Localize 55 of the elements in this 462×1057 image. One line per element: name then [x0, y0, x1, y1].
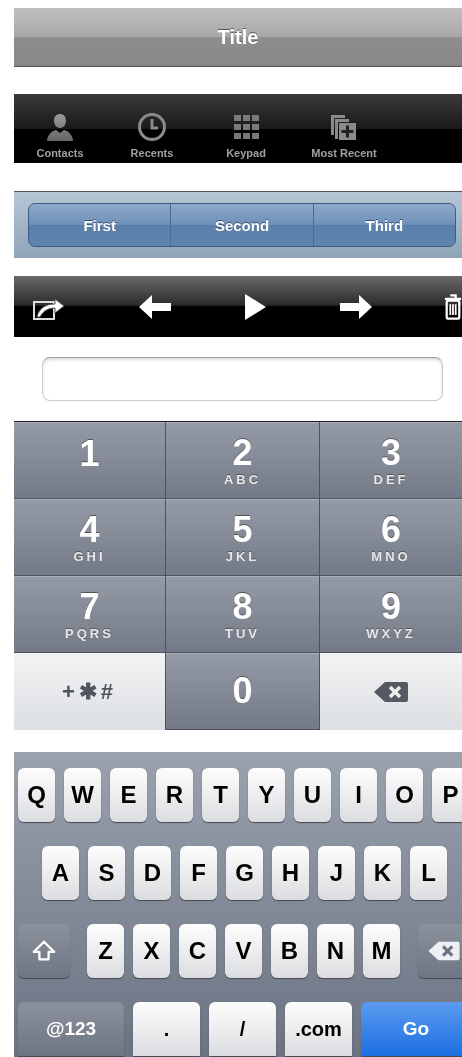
keyboard-key[interactable]: X: [133, 924, 170, 978]
left-arrow-icon[interactable]: [137, 292, 172, 321]
keyboard-key[interactable]: P: [432, 768, 462, 822]
keyboard-key[interactable]: Q: [18, 768, 55, 822]
keyboard-key[interactable]: V: [225, 924, 262, 978]
title-text: Title: [217, 25, 259, 49]
keyboard-key[interactable]: C: [179, 924, 216, 978]
keyboard-key[interactable]: F: [180, 846, 217, 900]
right-arrow-icon[interactable]: [338, 292, 373, 321]
segment[interactable]: Third: [312, 204, 455, 246]
keyboard-key[interactable]: /: [209, 1002, 276, 1056]
keyboard-key[interactable]: Z: [87, 924, 124, 978]
keypad-key[interactable]: [320, 653, 462, 730]
keyboard-key[interactable]: B: [271, 924, 308, 978]
keyboard-key[interactable]: G: [226, 846, 263, 900]
keyboard-key[interactable]: E: [110, 768, 147, 822]
keyboard-key[interactable]: D: [134, 846, 171, 900]
keyboard-key[interactable]: K: [364, 846, 401, 900]
segment[interactable]: Second: [170, 204, 313, 246]
keyboard-key[interactable]: L: [410, 846, 447, 900]
backspace-icon: [427, 940, 461, 962]
keyboard-key[interactable]: R: [156, 768, 193, 822]
keyboard-key[interactable]: M: [363, 924, 400, 978]
keyboard-key[interactable]: I: [340, 768, 377, 822]
add-page-icon: [329, 112, 359, 142]
keyboard-key[interactable]: @123: [18, 1002, 124, 1056]
tab-bar-item[interactable]: Recents: [106, 94, 198, 163]
tab-bar-item[interactable]: Keypad: [198, 94, 294, 163]
play-icon[interactable]: [243, 292, 267, 321]
keypad-key[interactable]: +✱#: [14, 653, 166, 730]
keyboard-key[interactable]: Go: [361, 1002, 462, 1056]
keyboard-key[interactable]: .: [133, 1002, 200, 1056]
tab-bar-item[interactable]: Most Recent: [294, 94, 394, 163]
shift-icon: [32, 939, 56, 963]
keyboard-key[interactable]: H: [272, 846, 309, 900]
keyboard-key[interactable]: [18, 924, 70, 978]
keyboard-key[interactable]: S: [88, 846, 125, 900]
keyboard-key[interactable]: O: [386, 768, 423, 822]
segment[interactable]: First: [29, 204, 171, 246]
keyboard-key[interactable]: A: [42, 846, 79, 900]
keyboard-key[interactable]: J: [318, 846, 355, 900]
text-field[interactable]: [42, 357, 443, 401]
keyboard-key[interactable]: [418, 924, 462, 978]
backspace-icon: [373, 679, 409, 704]
keyboard-key[interactable]: N: [317, 924, 354, 978]
grid-icon: [231, 112, 261, 142]
keyboard-key[interactable]: W: [64, 768, 101, 822]
keyboard-key[interactable]: Y: [248, 768, 285, 822]
person-icon: [45, 112, 75, 142]
clock-icon: [137, 112, 167, 142]
keyboard-key[interactable]: .com: [285, 1002, 352, 1056]
trash-icon[interactable]: [444, 292, 462, 321]
keyboard-key[interactable]: T: [202, 768, 239, 822]
keyboard-key[interactable]: U: [294, 768, 331, 822]
tab-bar-item[interactable]: Contacts: [14, 94, 106, 163]
